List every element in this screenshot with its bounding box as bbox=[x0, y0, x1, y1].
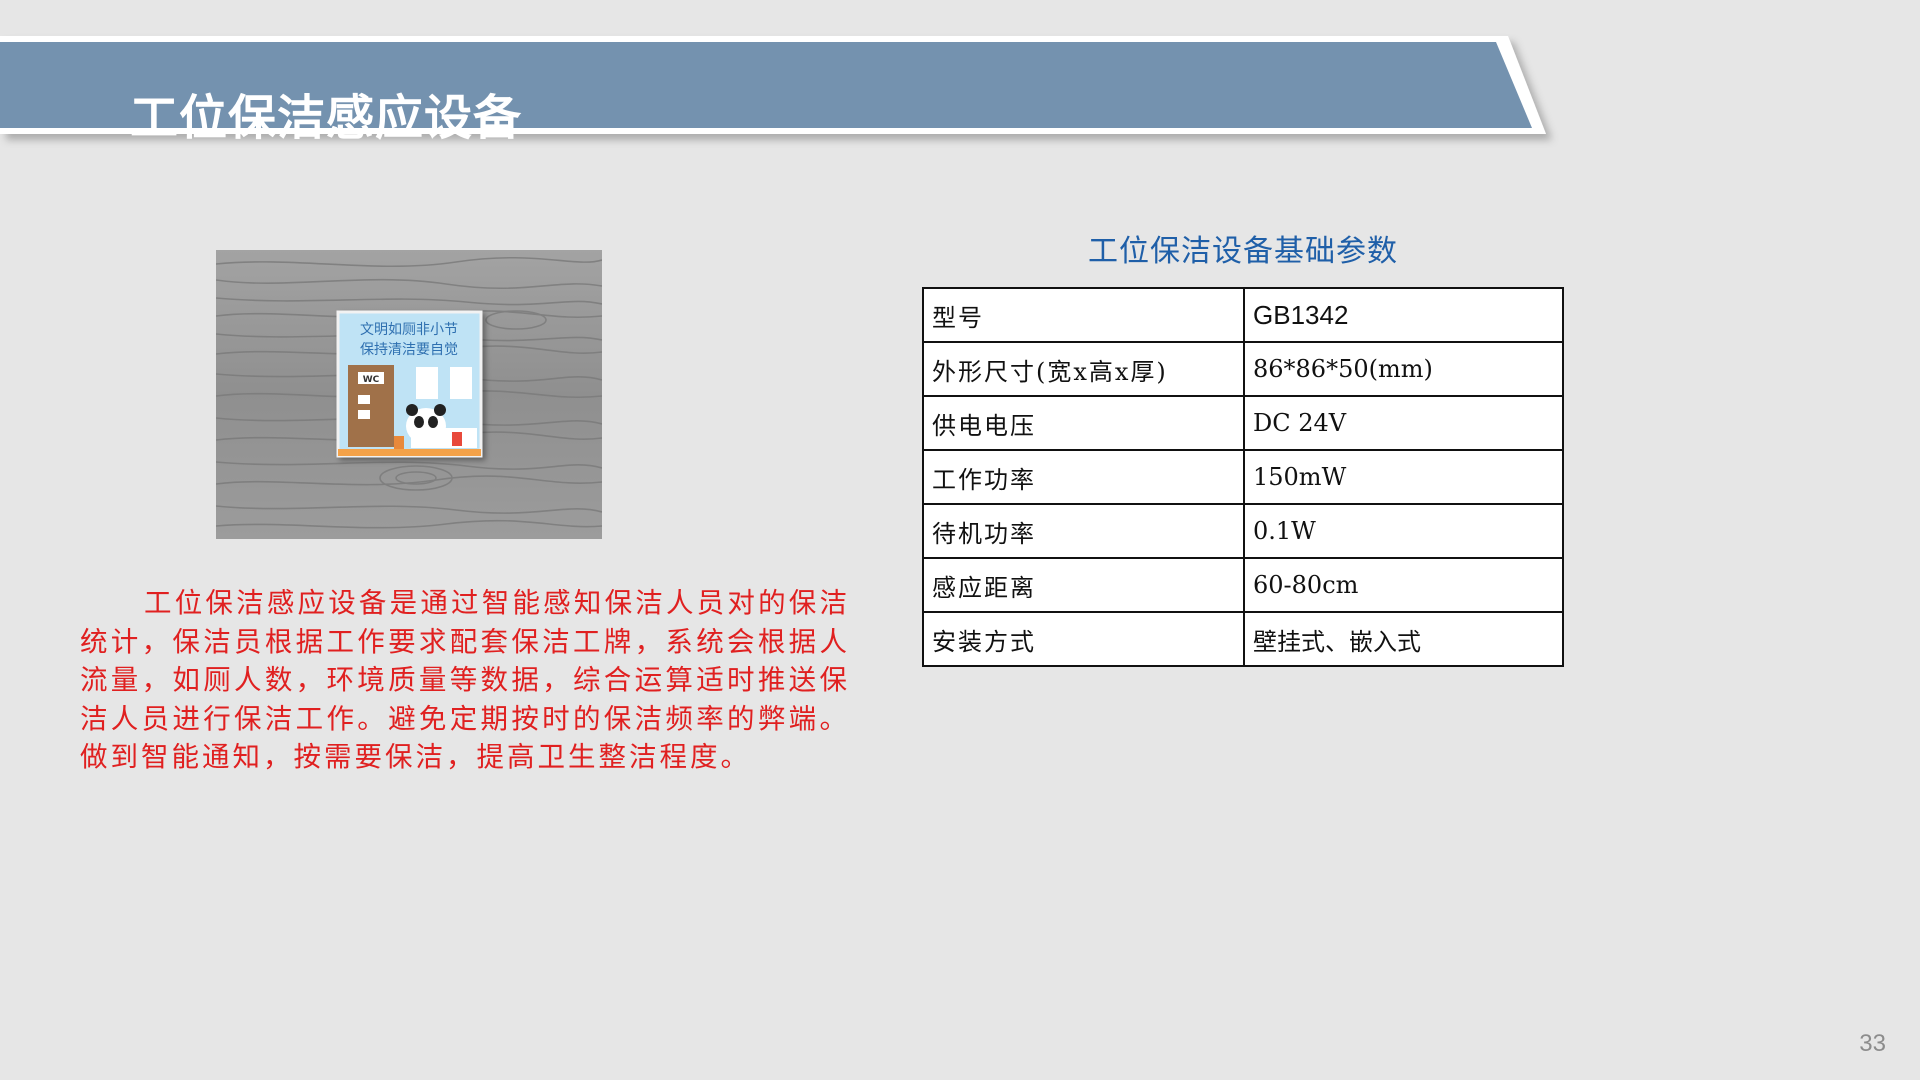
param-key: 待机功率 bbox=[922, 503, 1245, 559]
product-photo: 文明如厕非小节 保持清洁要自觉 WC bbox=[215, 250, 603, 539]
door-label: WC bbox=[363, 375, 380, 385]
table-row: 安装方式 壁挂式、嵌入式 bbox=[922, 611, 1564, 667]
slide-title: 工位保洁感应设备 bbox=[130, 90, 523, 146]
table-row: 待机功率 0.1W bbox=[922, 503, 1564, 559]
param-value: DC 24V bbox=[1243, 395, 1564, 451]
param-value: 86*86*50(mm) bbox=[1243, 341, 1564, 397]
table-caption: 工位保洁设备基础参数 bbox=[1088, 234, 1398, 269]
param-value: 150mW bbox=[1243, 449, 1564, 505]
param-key: 感应距离 bbox=[922, 557, 1245, 613]
param-key: 型号 bbox=[922, 287, 1245, 343]
param-value: 0.1W bbox=[1243, 503, 1564, 559]
sign-line-2: 保持清洁要自觉 bbox=[360, 342, 458, 358]
page-number: 33 bbox=[1859, 1030, 1886, 1057]
param-key: 供电电压 bbox=[922, 395, 1245, 451]
params-table: 型号 GB1342 外形尺寸(宽x高x厚) 86*86*50(mm) 供电电压 … bbox=[922, 287, 1564, 667]
param-key: 外形尺寸(宽x高x厚) bbox=[922, 341, 1245, 397]
table-row: 供电电压 DC 24V bbox=[922, 395, 1564, 451]
title-banner: 工位保洁感应设备 bbox=[0, 28, 1560, 148]
description-text: 工位保洁感应设备是通过智能感知保洁人员对的保洁统计，保洁员根据工作要求配套保洁工… bbox=[80, 587, 850, 773]
table-row: 感应距离 60-80cm bbox=[922, 557, 1564, 613]
table-row: 型号 GB1342 bbox=[922, 287, 1564, 343]
device-image: 文明如厕非小节 保持清洁要自觉 WC bbox=[215, 250, 603, 539]
param-value: GB1342 bbox=[1243, 287, 1564, 343]
table-row: 工作功率 150mW bbox=[922, 449, 1564, 505]
table-row: 外形尺寸(宽x高x厚) 86*86*50(mm) bbox=[922, 341, 1564, 397]
mirror-icon bbox=[416, 367, 438, 399]
sign-line-1: 文明如厕非小节 bbox=[360, 322, 458, 338]
param-value: 60-80cm bbox=[1243, 557, 1564, 613]
sensor-device: 文明如厕非小节 保持清洁要自觉 WC bbox=[336, 310, 483, 458]
param-key: 安装方式 bbox=[922, 611, 1245, 667]
param-value: 壁挂式、嵌入式 bbox=[1243, 611, 1564, 667]
param-key: 工作功率 bbox=[922, 449, 1245, 505]
